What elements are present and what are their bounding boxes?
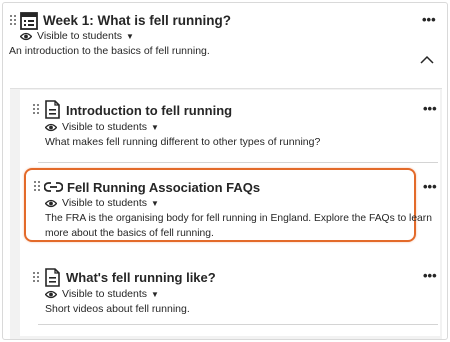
- caret-down-icon: ▼: [126, 31, 134, 41]
- item-title[interactable]: Introduction to fell running: [66, 103, 232, 118]
- item-more-options-icon[interactable]: •••: [423, 102, 437, 115]
- drag-handle-icon[interactable]: [10, 15, 18, 29]
- document-icon: [45, 100, 60, 119]
- divider: [38, 324, 438, 325]
- week-visibility-label: Visible to students: [37, 30, 123, 42]
- week-title[interactable]: Week 1: What is fell running?: [43, 13, 231, 28]
- drag-handle-icon[interactable]: [33, 104, 41, 118]
- caret-down-icon: ▼: [151, 198, 159, 208]
- document-icon: [45, 268, 60, 287]
- drag-handle-icon[interactable]: [34, 181, 42, 195]
- eye-icon: [45, 123, 57, 131]
- item-description-line: The FRA is the organising body for fell …: [45, 213, 432, 224]
- item-description: Short videos about fell running.: [45, 303, 190, 315]
- item-visibility-label: Visible to students: [62, 197, 148, 209]
- eye-icon: [20, 32, 32, 40]
- item-title[interactable]: Fell Running Association FAQs: [67, 180, 260, 195]
- week-visibility-dropdown[interactable]: Visible to students ▼: [20, 30, 134, 42]
- item-visibility-label: Visible to students: [62, 121, 148, 133]
- divider: [38, 162, 438, 163]
- week-more-options-icon[interactable]: •••: [422, 13, 436, 26]
- caret-down-icon: ▼: [151, 289, 159, 299]
- item-description-line: more about the basics of fell running.: [45, 228, 214, 239]
- item-visibility-dropdown[interactable]: Visible to students ▼: [45, 197, 159, 209]
- item-visibility-label: Visible to students: [62, 288, 148, 300]
- drag-handle-icon[interactable]: [33, 272, 41, 286]
- item-title[interactable]: What's fell running like?: [66, 270, 216, 285]
- item-description: The FRA is the organising body for fell …: [45, 211, 432, 241]
- chevron-up-icon[interactable]: [420, 55, 434, 64]
- caret-down-icon: ▼: [151, 122, 159, 132]
- eye-icon: [45, 199, 57, 207]
- eye-icon: [45, 290, 57, 298]
- item-more-options-icon[interactable]: •••: [423, 180, 437, 193]
- item-description: What makes fell running different to oth…: [45, 136, 321, 148]
- link-icon: [44, 182, 63, 192]
- item-more-options-icon[interactable]: •••: [423, 269, 437, 282]
- item-visibility-dropdown[interactable]: Visible to students ▼: [45, 288, 159, 300]
- module-outline-icon: [20, 12, 38, 30]
- item-visibility-dropdown[interactable]: Visible to students ▼: [45, 121, 159, 133]
- week-description: An introduction to the basics of fell ru…: [9, 45, 210, 57]
